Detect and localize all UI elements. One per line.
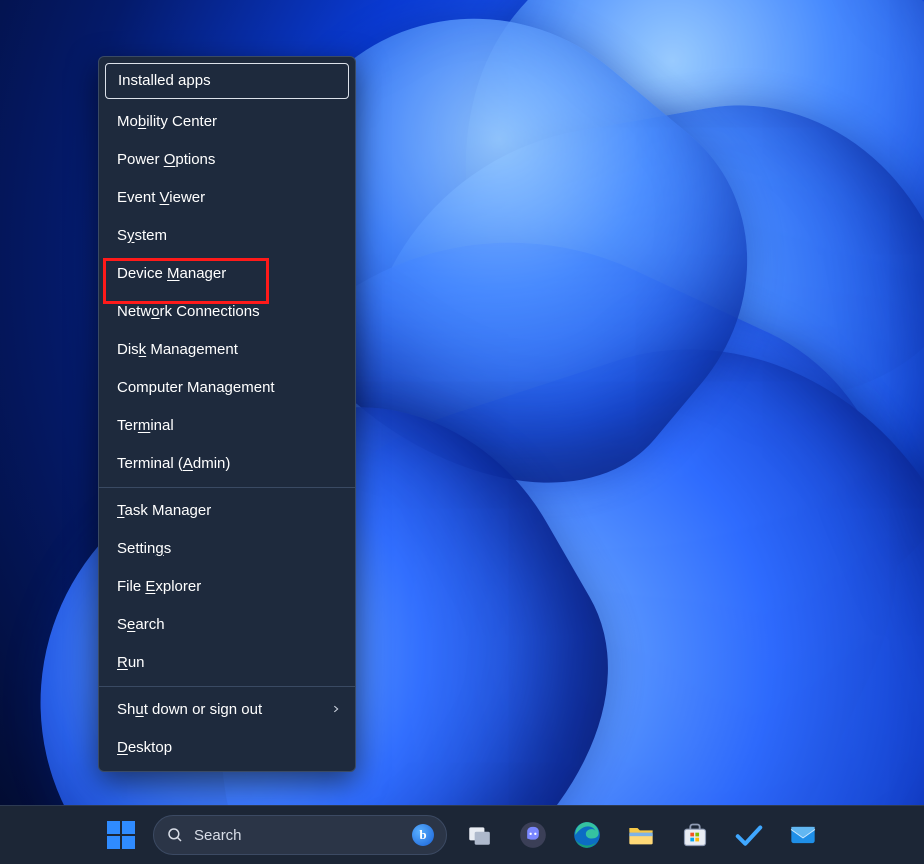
menu-item-label: Search	[117, 616, 165, 633]
edge-icon	[573, 821, 601, 849]
search-placeholder: Search	[194, 827, 242, 844]
search-icon	[166, 826, 184, 844]
menu-separator	[99, 686, 355, 687]
chat-button[interactable]	[511, 813, 555, 857]
menu-item-terminal[interactable]: Terminal	[99, 407, 355, 445]
chevron-right-icon	[331, 700, 341, 720]
menu-item-computer-management[interactable]: Computer Management	[99, 369, 355, 407]
microsoft-store-button[interactable]	[673, 813, 717, 857]
start-icon	[107, 821, 135, 849]
menu-item-search[interactable]: Search	[99, 606, 355, 644]
menu-item-desktop[interactable]: Desktop	[99, 729, 355, 767]
menu-item-label: Task Manager	[117, 502, 211, 519]
taskbar-search[interactable]: Search b	[153, 815, 447, 855]
menu-item-settings[interactable]: Settings	[99, 530, 355, 568]
winx-context-menu: Installed apps Mobility Center Power Optio…	[98, 56, 356, 772]
menu-item-label: Desktop	[117, 739, 172, 756]
menu-item-label: Run	[117, 654, 145, 671]
task-view-icon	[466, 822, 492, 848]
task-view-button[interactable]	[457, 813, 501, 857]
menu-separator	[99, 487, 355, 488]
menu-item-label: Mobility Center	[117, 113, 217, 130]
menu-item-task-manager[interactable]: Task Manager	[99, 492, 355, 530]
menu-item-label: Computer Management	[117, 379, 275, 396]
menu-item-file-explorer[interactable]: File Explorer	[99, 568, 355, 606]
bing-badge-icon: b	[412, 824, 434, 846]
start-button[interactable]	[99, 813, 143, 857]
taskbar: Search b	[0, 805, 924, 864]
menu-item-run[interactable]: Run	[99, 644, 355, 682]
menu-item-label: File Explorer	[117, 578, 201, 595]
menu-item-label: Terminal	[117, 417, 174, 434]
menu-item-installed-apps[interactable]: Installed apps	[105, 63, 349, 99]
desktop-wallpaper[interactable]: Installed apps Mobility Center Power Optio…	[0, 0, 924, 864]
menu-item-label: Disk Management	[117, 341, 238, 358]
menu-item-label: Device Manager	[117, 265, 226, 282]
file-explorer-button[interactable]	[619, 813, 663, 857]
menu-item-power-options[interactable]: Power Options	[99, 141, 355, 179]
menu-item-label: Settings	[117, 540, 171, 557]
menu-item-shut-down-or-sign-out[interactable]: Shut down or sign out	[99, 691, 355, 729]
edge-button[interactable]	[565, 813, 609, 857]
mail-icon	[789, 821, 817, 849]
todo-button[interactable]	[727, 813, 771, 857]
todo-icon	[734, 820, 764, 850]
menu-item-event-viewer[interactable]: Event Viewer	[99, 179, 355, 217]
menu-item-label: Shut down or sign out	[117, 701, 262, 718]
file-explorer-icon	[627, 821, 655, 849]
menu-item-disk-management[interactable]: Disk Management	[99, 331, 355, 369]
menu-item-mobility-center[interactable]: Mobility Center	[99, 103, 355, 141]
menu-item-label: Network Connections	[117, 303, 260, 320]
menu-item-network-connections[interactable]: Network Connections	[99, 293, 355, 331]
menu-item-terminal-admin[interactable]: Terminal (Admin)	[99, 445, 355, 483]
menu-item-label: Power Options	[117, 151, 215, 168]
menu-item-label: Installed apps	[118, 72, 211, 89]
menu-item-label: Event Viewer	[117, 189, 205, 206]
microsoft-store-icon	[681, 821, 709, 849]
menu-item-label: Terminal (Admin)	[117, 455, 230, 472]
menu-item-system[interactable]: System	[99, 217, 355, 255]
menu-item-label: System	[117, 227, 167, 244]
chat-icon	[519, 821, 547, 849]
mail-button[interactable]	[781, 813, 825, 857]
menu-item-device-manager[interactable]: Device Manager	[99, 255, 355, 293]
